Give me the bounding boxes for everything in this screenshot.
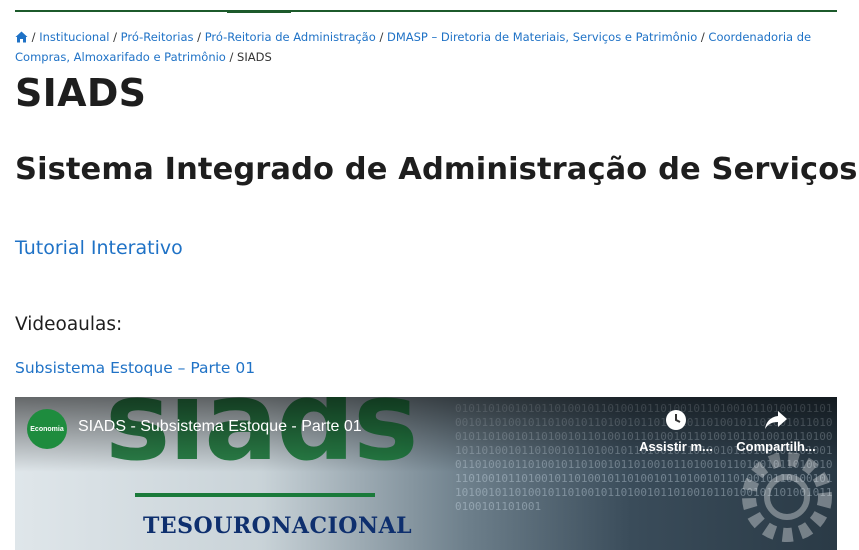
breadcrumb-item-pro-reitorias[interactable]: Pró-Reitorias (121, 30, 194, 44)
breadcrumb-separator: / (31, 30, 36, 44)
breadcrumb-separator: / (229, 49, 234, 64)
video-player[interactable]: 0101101001010110100101101001011010010110… (15, 397, 837, 550)
breadcrumb-item-dmasp[interactable]: DMASP – Diretoria de Materiais, Serviços… (387, 30, 697, 44)
breadcrumb: / Institucional / Pró-Reitorias / Pró-Re… (15, 29, 815, 66)
breadcrumb-separator: / (113, 30, 117, 44)
video-title[interactable]: SIADS - Subsistema Estoque - Parte 01 (78, 418, 362, 436)
home-icon (15, 31, 28, 49)
top-bar-tab (227, 10, 291, 13)
channel-logo[interactable]: Economia (27, 409, 67, 449)
videoaulas-label: Videoaulas: (15, 314, 123, 335)
video-divider (135, 493, 375, 497)
breadcrumb-item-institucional[interactable]: Institucional (39, 30, 109, 44)
page-subtitle: Sistema Integrado de Administração de Se… (15, 152, 858, 187)
share-icon (733, 409, 819, 434)
clock-icon (635, 409, 717, 434)
share-label: Compartilh... (736, 439, 816, 454)
breadcrumb-current: SIADS (237, 49, 272, 64)
watch-later-button[interactable]: Assistir m... (635, 409, 717, 454)
watch-later-label: Assistir m... (639, 439, 713, 454)
home-link[interactable] (15, 30, 28, 44)
video-link[interactable]: Subsistema Estoque – Parte 01 (15, 359, 255, 377)
breadcrumb-item-pro-reitoria-administracao[interactable]: Pró-Reitoria de Administração (205, 30, 376, 44)
top-bar (15, 10, 837, 13)
breadcrumb-separator: / (700, 30, 705, 44)
tutorial-link[interactable]: Tutorial Interativo (15, 237, 183, 259)
tesouro-nacional-logo: TESOURONACIONAL (143, 513, 413, 539)
breadcrumb-separator: / (197, 30, 202, 44)
page-title: SIADS (15, 71, 147, 115)
breadcrumb-separator: / (379, 30, 384, 44)
share-button[interactable]: Compartilh... (733, 409, 819, 454)
